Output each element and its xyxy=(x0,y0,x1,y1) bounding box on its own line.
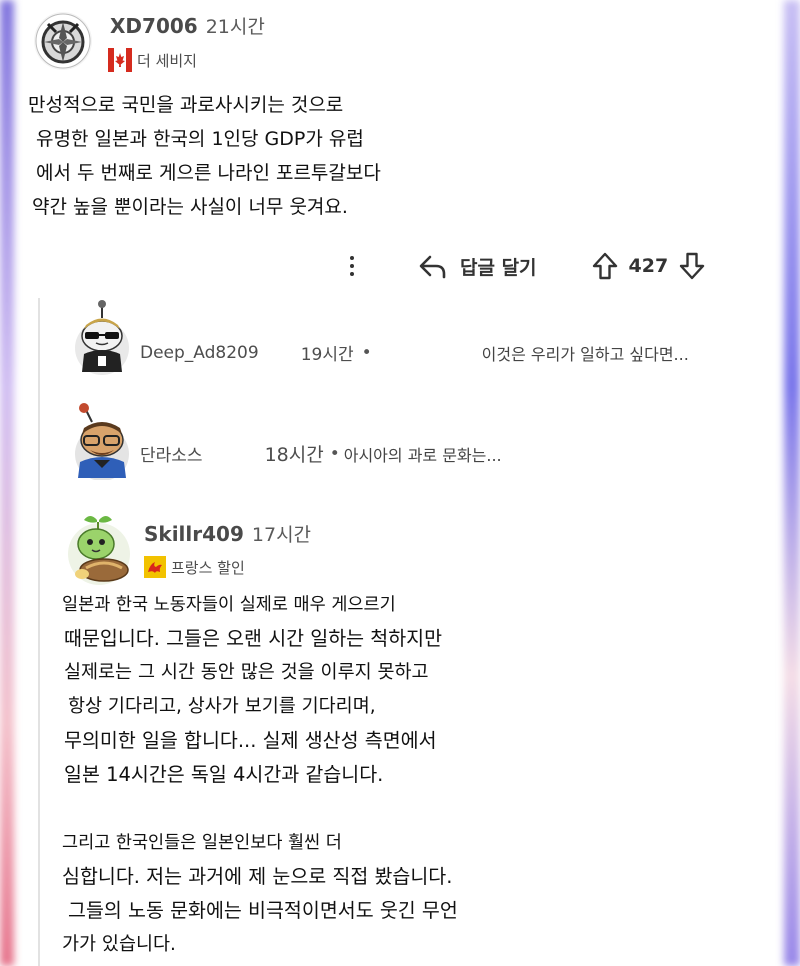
snoo-avatar-icon xyxy=(75,403,129,480)
comment-body-line: 실제로는 그 시간 동안 많은 것을 이루지 못하고 xyxy=(64,662,429,683)
wheel-avatar-icon xyxy=(35,13,91,69)
avatar[interactable] xyxy=(64,512,134,586)
vote-count: 427 xyxy=(628,255,669,277)
turtle-avatar-icon xyxy=(68,516,130,585)
comment-body-line: 그리고 한국인들은 일본인보다 훨씬 더 xyxy=(62,833,342,853)
comment-body-line: 심합니다. 저는 과거에 제 눈으로 직접 봤습니다. xyxy=(62,865,453,888)
comment-author[interactable]: Skillr409 xyxy=(144,522,244,546)
comment-author[interactable]: 단라소스 xyxy=(140,441,203,466)
arrow-up-icon[interactable] xyxy=(591,251,619,281)
comment-body-line: 가가 있습니다. xyxy=(62,934,176,955)
comment-body-line: 일본과 한국 노동자들이 실제로 매우 게으르기 xyxy=(62,595,396,615)
flair-text: 더 세비지 xyxy=(137,51,197,70)
more-vertical-icon[interactable] xyxy=(342,248,362,284)
collapsed-reply[interactable]: 단라소스 18시간 • 아시아의 과로 문화는... xyxy=(140,440,502,467)
canada-flag-icon xyxy=(108,48,132,72)
comment-time: 17시간 xyxy=(251,524,312,546)
snoo-avatar-icon xyxy=(75,300,129,375)
comment-actions: 답글 달기 427 xyxy=(342,248,706,284)
comment-body-line: 그들의 노동 문화에는 비극적이면서도 웃긴 무언 xyxy=(68,899,458,922)
comment-author[interactable]: XD7006 xyxy=(110,14,198,38)
separator-dot: • xyxy=(329,443,340,464)
avatar[interactable] xyxy=(72,296,132,376)
comment-body-line: 만성적으로 국민을 과로사시키는 것으로 xyxy=(28,94,344,116)
flair-text: 프랑스 할인 xyxy=(171,558,245,577)
reply-arrow-icon xyxy=(419,255,446,279)
comment-preview: 아시아의 과로 문화는... xyxy=(343,445,502,465)
comment-time: 21시간 xyxy=(205,16,265,38)
collapsed-reply[interactable]: Deep_Ad8209 19시간 • 이것은 우리가 일하고 싶다면... xyxy=(140,340,689,366)
comment-body-line: 항상 기다리고, 상사가 보기를 기다리며, xyxy=(68,696,376,717)
comment-body-line: 일본 14시간은 독일 4시간과 같습니다. xyxy=(64,763,384,786)
arrow-down-icon[interactable] xyxy=(678,251,706,281)
comment-thread: XD7006 21시간 더 세비지 만성적으로 국민을 과로사시키는 것으로 유… xyxy=(24,0,774,966)
separator-dot: • xyxy=(361,342,372,363)
comment-body-line: 무의미한 일을 합니다... 실제 생산성 측면에서 xyxy=(64,729,437,752)
reply-button[interactable]: 답글 달기 xyxy=(418,253,537,280)
right-edge-glow xyxy=(784,0,800,966)
comment-time: 19시간 xyxy=(300,345,354,365)
left-edge-glow xyxy=(0,0,14,966)
comment-body: 일본과 한국 노동자들이 실제로 매우 게으르기 때문입니다. 그들은 오랜 시… xyxy=(62,588,458,962)
avatar[interactable] xyxy=(68,398,132,480)
comment-time: 18시간 xyxy=(264,444,324,466)
user-flair: 더 세비지 xyxy=(108,48,197,72)
reply-label: 답글 달기 xyxy=(460,256,537,279)
wallonia-flag-icon xyxy=(144,556,166,578)
comment-body-line: 때문입니다. 그들은 오랜 시간 일하는 척하지만 xyxy=(64,627,443,650)
avatar[interactable] xyxy=(34,12,92,70)
comment-body-line: 약간 높을 뿐이라는 사실이 너무 웃겨요. xyxy=(32,196,348,218)
comment-body-line: 유명한 일본과 한국의 1인당 GDP가 유럽 xyxy=(36,128,364,150)
thread-line[interactable] xyxy=(38,298,40,966)
user-flair: 프랑스 할인 xyxy=(144,556,245,578)
vote-controls: 427 xyxy=(591,251,707,281)
comment-body-line: 에서 두 번째로 게으른 나라인 포르투갈보다 xyxy=(36,162,381,184)
comment-body: 만성적으로 국민을 과로사시키는 것으로 유명한 일본과 한국의 1인당 GDP… xyxy=(28,88,381,224)
comment-preview: 이것은 우리가 일하고 싶다면... xyxy=(481,344,689,364)
comment-author[interactable]: Deep_Ad8209 xyxy=(140,343,259,363)
